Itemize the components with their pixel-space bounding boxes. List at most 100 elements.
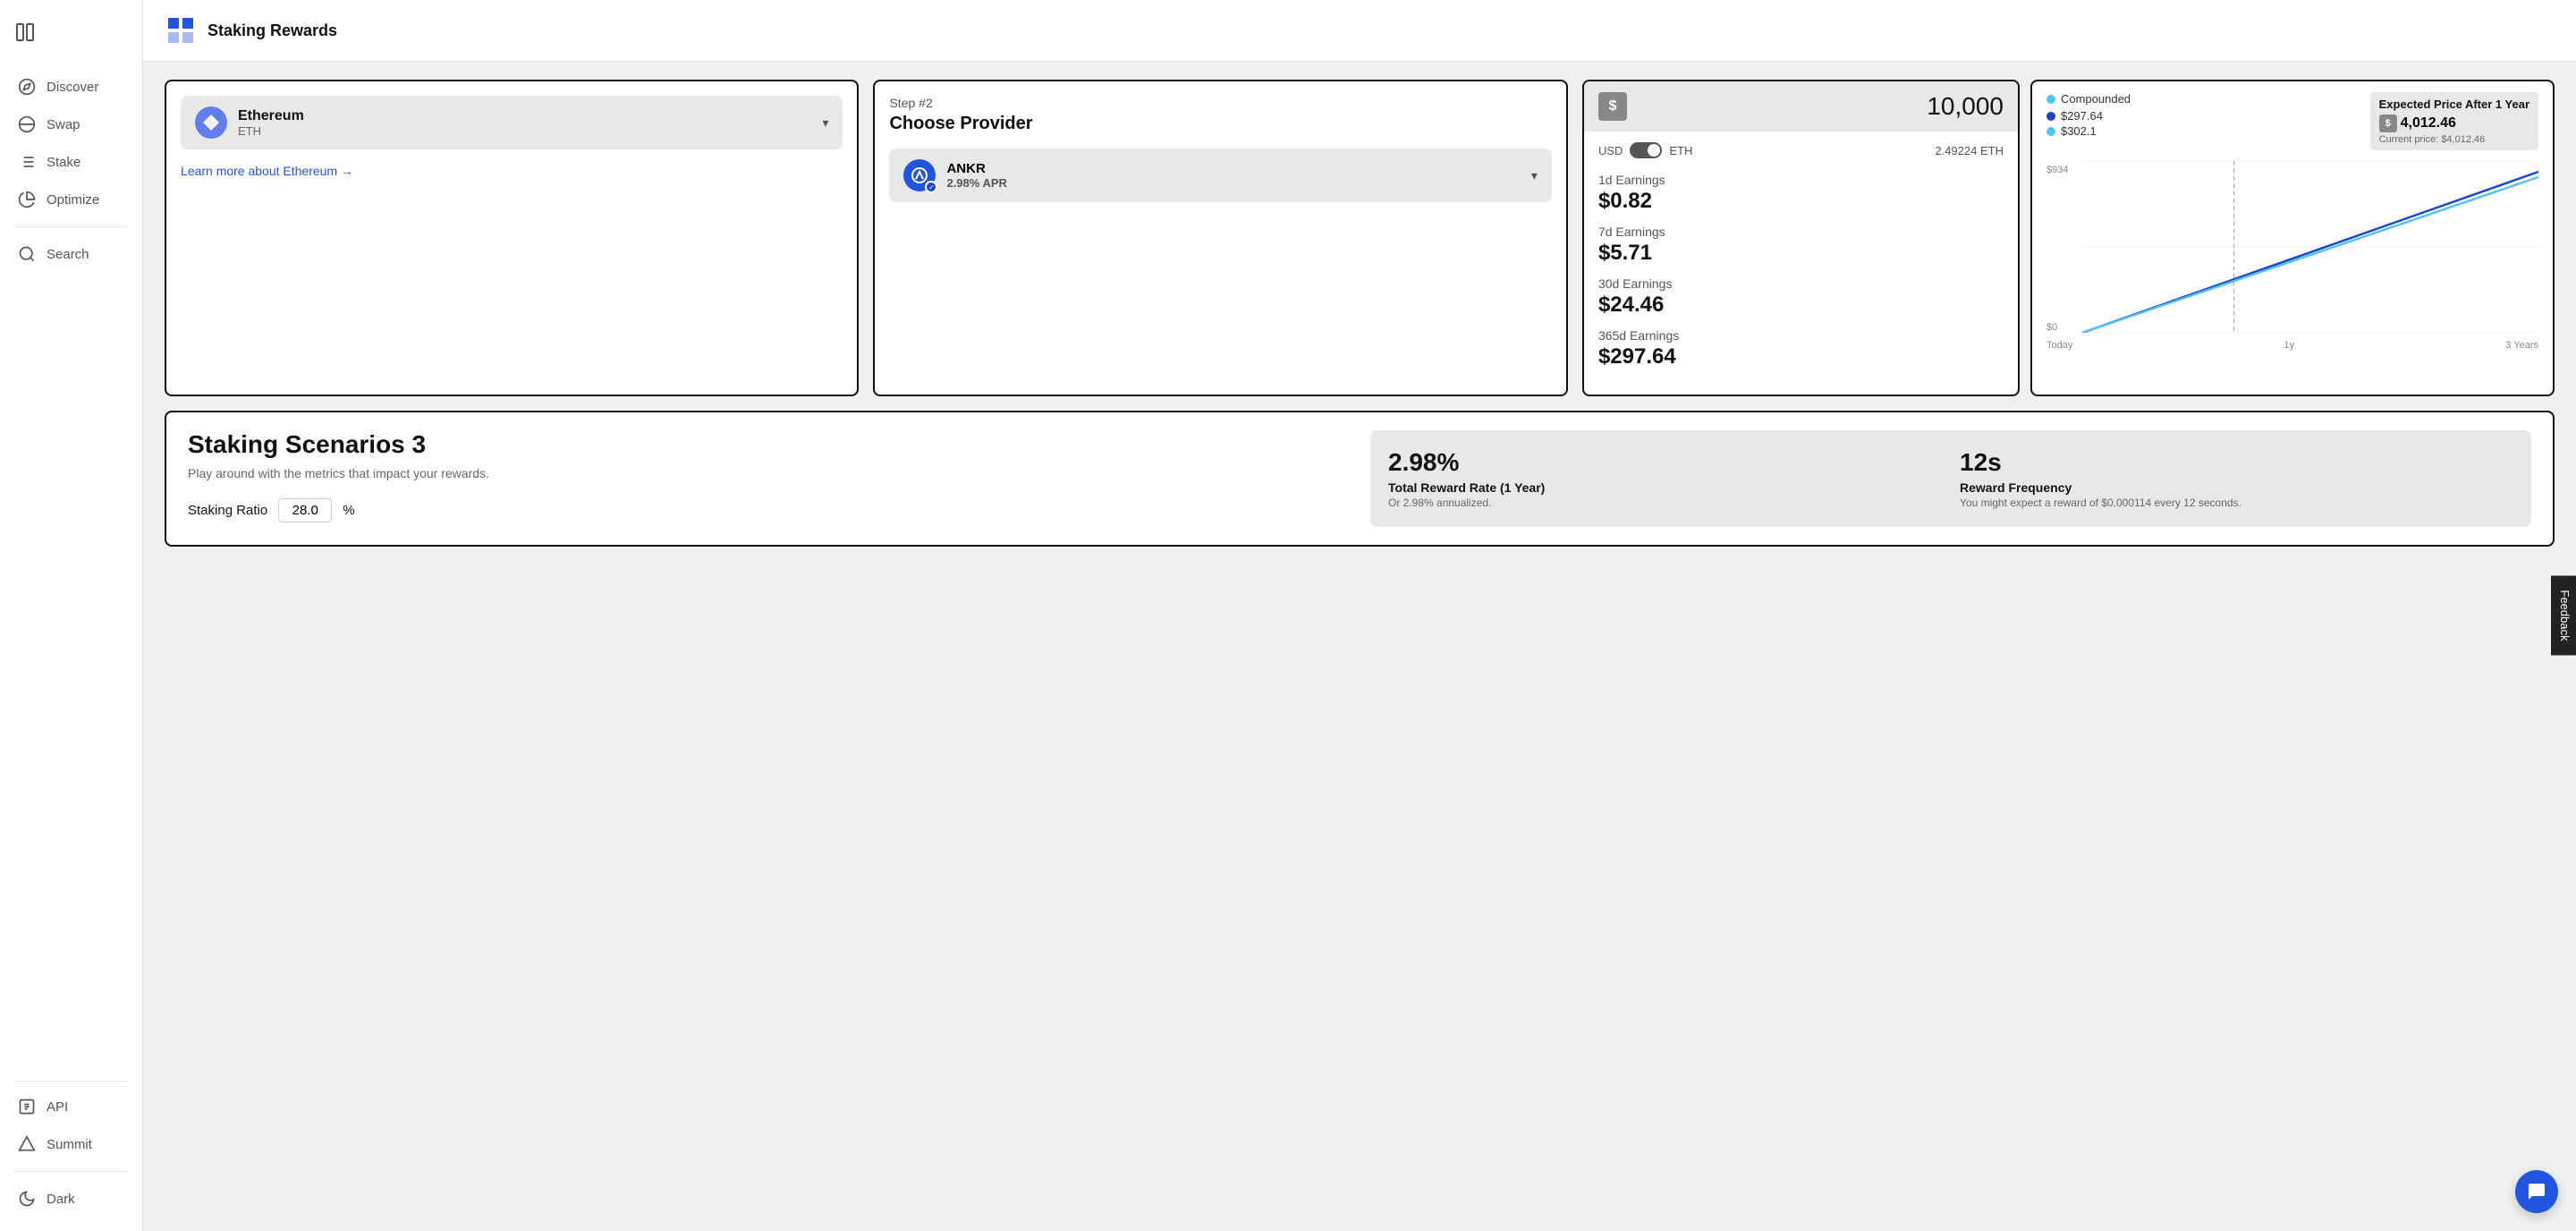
metric-reward-rate: 2.98% Total Reward Rate (1 Year) Or 2.98… (1388, 448, 1942, 509)
sidebar-item-search[interactable]: Search (0, 236, 142, 272)
x-label-1y: 1y (2284, 340, 2295, 351)
step-label: Step #2 (889, 96, 1551, 110)
api-icon (18, 1098, 36, 1116)
metric-frequency: 12s Reward Frequency You might expect a … (1960, 448, 2513, 509)
provider-info: ✓ ANKR 2.98% APR (903, 159, 1006, 191)
current-price: Current price: $4,012.46 (2379, 134, 2529, 145)
expected-title: Expected Price After 1 Year (2379, 98, 2529, 111)
sidebar-item-discover-label: Discover (47, 80, 98, 95)
sidebar-bottom: API Summit Dark (0, 1089, 142, 1217)
sidebar-nav: Discover Swap Stake Optimize Search (0, 69, 142, 1074)
toggle-knob (1648, 144, 1660, 157)
legend-compounded: Compounded (2046, 92, 2131, 106)
learn-more-link[interactable]: Learn more about Ethereum → (181, 164, 353, 178)
sidebar-item-optimize[interactable]: Optimize (0, 182, 142, 217)
asset-symbol: ETH (238, 124, 304, 138)
dollar-badge: $ (1598, 92, 1627, 121)
earning-1d-period: 1d Earnings (1598, 173, 2004, 187)
eth-amount: 2.49224 ETH (1935, 144, 2004, 157)
staking-ratio-label: Staking Ratio (188, 503, 267, 518)
earning-1d: 1d Earnings $0.82 (1598, 173, 2004, 214)
provider-selector[interactable]: ✓ ANKR 2.98% APR ▾ (889, 149, 1551, 202)
earning-365d-period: 365d Earnings (1598, 328, 2004, 343)
expected-box: Expected Price After 1 Year $ 4,012.46 C… (2370, 92, 2538, 150)
chart-area: $934 $0 (2032, 161, 2553, 340)
eth-icon (195, 106, 227, 139)
usd-label: USD (1598, 144, 1623, 157)
dark-divider (14, 1171, 128, 1172)
metric-rate-value: 2.98% (1388, 448, 1942, 477)
sidebar-item-optimize-label: Optimize (47, 192, 99, 208)
compounded-dot (2046, 95, 2055, 104)
eth-label: ETH (1669, 144, 1692, 157)
main-content: Staking Rewards (143, 0, 2576, 1231)
sidebar-item-stake[interactable]: Stake (0, 144, 142, 180)
earning-7d: 7d Earnings $5.71 (1598, 225, 2004, 266)
compass-icon (18, 78, 36, 96)
y-label-bottom: $0 (2046, 322, 2079, 333)
sidebar-item-summit[interactable]: Summit (0, 1126, 142, 1162)
currency-toggle-row: USD ETH 2.49224 ETH (1584, 142, 2018, 169)
dot-297 (2046, 112, 2055, 121)
moon-icon (18, 1190, 36, 1208)
chat-button[interactable] (2515, 1170, 2558, 1213)
chart-card: Compounded $297.64 $302.1 (2030, 80, 2555, 396)
sidebar-item-discover[interactable]: Discover (0, 69, 142, 105)
chart-svg (2082, 161, 2538, 333)
earning-365d-value: $297.64 (1598, 344, 2004, 369)
optimize-icon (18, 191, 36, 208)
earnings-list: 1d Earnings $0.82 7d Earnings $5.71 30d … (1584, 169, 2018, 395)
logo (165, 14, 197, 47)
scenarios-left: Staking Scenarios 3 Play around with the… (188, 430, 1349, 522)
logo-svg (165, 14, 197, 47)
sidebar-item-summit-label: Summit (47, 1137, 92, 1152)
earning-1d-value: $0.82 (1598, 189, 2004, 214)
scenarios-card: Staking Scenarios 3 Play around with the… (165, 411, 2555, 547)
metric-rate-sub: Or 2.98% annualized. (1388, 497, 1942, 509)
content-area: Ethereum ETH ▾ Learn more about Ethereum… (143, 62, 2576, 565)
expected-dollar-badge: $ (2379, 115, 2397, 132)
asset-name: Ethereum (238, 108, 304, 124)
page-title: Staking Rewards (208, 21, 337, 40)
earnings-card: $ 10,000 USD ETH 2.49224 ETH 1d Earnings (1582, 80, 2020, 396)
header: Staking Rewards (143, 0, 2576, 62)
sidebar-item-dark[interactable]: Dark (0, 1181, 142, 1217)
staking-ratio-row: Staking Ratio % (188, 498, 1349, 522)
earning-30d-value: $24.46 (1598, 293, 2004, 318)
provider-name: ANKR (946, 161, 1006, 176)
chart-header: Compounded $297.64 $302.1 (2032, 81, 2553, 161)
asset-info: Ethereum ETH (195, 106, 304, 139)
stake-icon (18, 153, 36, 171)
legend: Compounded $297.64 $302.1 (2046, 92, 2131, 138)
label-302: $302.1 (2061, 124, 2097, 138)
provider-apr: 2.98% APR (946, 176, 1006, 190)
chart-x-labels: Today 1y 3 Years (2032, 340, 2553, 358)
expected-val-row: $ 4,012.46 (2379, 115, 2529, 132)
earning-30d: 30d Earnings $24.46 (1598, 276, 2004, 318)
swap-icon (18, 115, 36, 133)
asset-chevron-icon: ▾ (822, 115, 828, 131)
earning-365d: 365d Earnings $297.64 (1598, 328, 2004, 369)
scenarios-title: Staking Scenarios 3 (188, 430, 1349, 459)
provider-check-icon: ✓ (925, 181, 937, 193)
staking-ratio-input[interactable] (278, 498, 332, 522)
sidebar-toggle[interactable] (0, 14, 142, 69)
sidebar-item-api[interactable]: API (0, 1089, 142, 1125)
sidebar-divider (14, 226, 128, 227)
cards-row: Ethereum ETH ▾ Learn more about Ethereum… (165, 80, 2555, 396)
earning-30d-period: 30d Earnings (1598, 276, 2004, 291)
sidebar-item-stake-label: Stake (47, 155, 80, 170)
sidebar-item-dark-label: Dark (47, 1192, 75, 1207)
asset-selector[interactable]: Ethereum ETH ▾ (181, 96, 843, 149)
asset-card: Ethereum ETH ▾ Learn more about Ethereum… (165, 80, 859, 396)
feedback-button[interactable]: Feedback (2551, 575, 2576, 655)
sidebar-item-api-label: API (47, 1099, 68, 1115)
metrics-box: 2.98% Total Reward Rate (1 Year) Or 2.98… (1370, 430, 2531, 527)
sidebar-bottom-divider (14, 1081, 128, 1082)
sidebar-item-swap[interactable]: Swap (0, 106, 142, 142)
earning-7d-value: $5.71 (1598, 241, 2004, 266)
expected-value: 4,012.46 (2401, 115, 2456, 132)
legend-data-points: $297.64 (2046, 109, 2131, 123)
earning-7d-period: 7d Earnings (1598, 225, 2004, 239)
currency-toggle[interactable] (1630, 142, 1662, 158)
